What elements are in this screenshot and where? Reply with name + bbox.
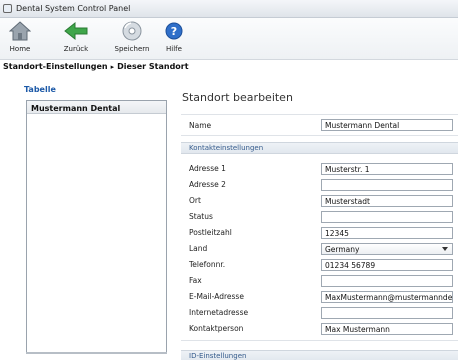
status-field[interactable] — [321, 211, 453, 223]
address2-label: Adresse 2 — [189, 180, 226, 189]
window-title: Dental System Control Panel — [16, 4, 131, 13]
breadcrumb-parent[interactable]: Standort-Einstellungen — [3, 62, 108, 71]
chevron-down-icon[interactable] — [442, 247, 448, 251]
email-label: E-Mail-Adresse — [189, 292, 244, 301]
zip-label: Postleitzahl — [189, 228, 232, 237]
fax-label: Fax — [189, 276, 202, 285]
toolbar: Home Zurück Speichern ? Hilfe — [0, 18, 458, 60]
contact-person-field[interactable]: Max Mustermann — [321, 323, 453, 335]
contact-person-label: Kontaktperson — [189, 324, 244, 333]
contact-section-title: Kontakteinstellungen — [189, 144, 264, 152]
home-button[interactable]: Home — [6, 20, 34, 53]
breadcrumb-separator: ▸ — [110, 63, 115, 71]
name-field[interactable]: Mustermann Dental — [321, 119, 453, 131]
address1-label: Adresse 1 — [189, 164, 226, 173]
id-section-header: ID-Einstellungen — [181, 350, 458, 360]
back-arrow-icon — [64, 20, 88, 42]
country-label: Land — [189, 244, 208, 253]
city-label: Ort — [189, 196, 201, 205]
country-value: Germany — [325, 245, 360, 254]
help-button[interactable]: ? Hilfe — [160, 20, 188, 53]
home-label: Home — [9, 45, 31, 53]
home-icon — [8, 20, 32, 42]
phone-field[interactable]: 01234 56789 — [321, 259, 453, 271]
help-icon: ? — [162, 20, 186, 42]
back-button[interactable]: Zurück — [58, 20, 94, 53]
window-titlebar: Dental System Control Panel — [0, 0, 458, 18]
contact-fields: Adresse 1 Musterstr. 1 Adresse 2 Ort Mus… — [181, 155, 458, 341]
fax-field[interactable] — [321, 275, 453, 287]
svg-text:?: ? — [171, 25, 177, 38]
status-label: Status — [189, 212, 213, 221]
form-title: Standort bearbeiten — [182, 91, 293, 104]
breadcrumb: Standort-Einstellungen ▸ Dieser Standort — [3, 62, 189, 74]
city-field[interactable]: Musterstadt — [321, 195, 453, 207]
website-label: Internetadresse — [189, 308, 249, 317]
zip-field[interactable]: 12345 — [321, 227, 453, 239]
list-item[interactable]: Mustermann Dental — [31, 104, 120, 113]
save-button[interactable]: Speichern — [108, 20, 156, 53]
save-label: Speichern — [114, 45, 150, 53]
phone-label: Telefonnr. — [189, 260, 226, 269]
save-disc-icon — [120, 20, 144, 42]
contact-section-header: Kontakteinstellungen — [181, 142, 458, 154]
app-icon — [3, 4, 12, 13]
location-list: Mustermann Dental — [26, 100, 167, 353]
email-field[interactable]: MaxMustermann@mustermanndental.de — [321, 291, 453, 303]
name-label: Name — [189, 121, 212, 130]
id-section-title: ID-Einstellungen — [189, 352, 247, 360]
name-row: Name Mustermann Dental — [181, 114, 458, 136]
back-label: Zurück — [63, 45, 89, 53]
address1-field[interactable]: Musterstr. 1 — [321, 163, 453, 175]
tab-tabelle[interactable]: Tabelle — [24, 85, 56, 94]
help-label: Hilfe — [166, 45, 182, 53]
country-select[interactable]: Germany — [321, 243, 453, 255]
breadcrumb-current: Dieser Standort — [117, 62, 189, 71]
website-field[interactable] — [321, 307, 453, 319]
list-scrollbar[interactable] — [26, 352, 167, 354]
address2-field[interactable] — [321, 179, 453, 191]
